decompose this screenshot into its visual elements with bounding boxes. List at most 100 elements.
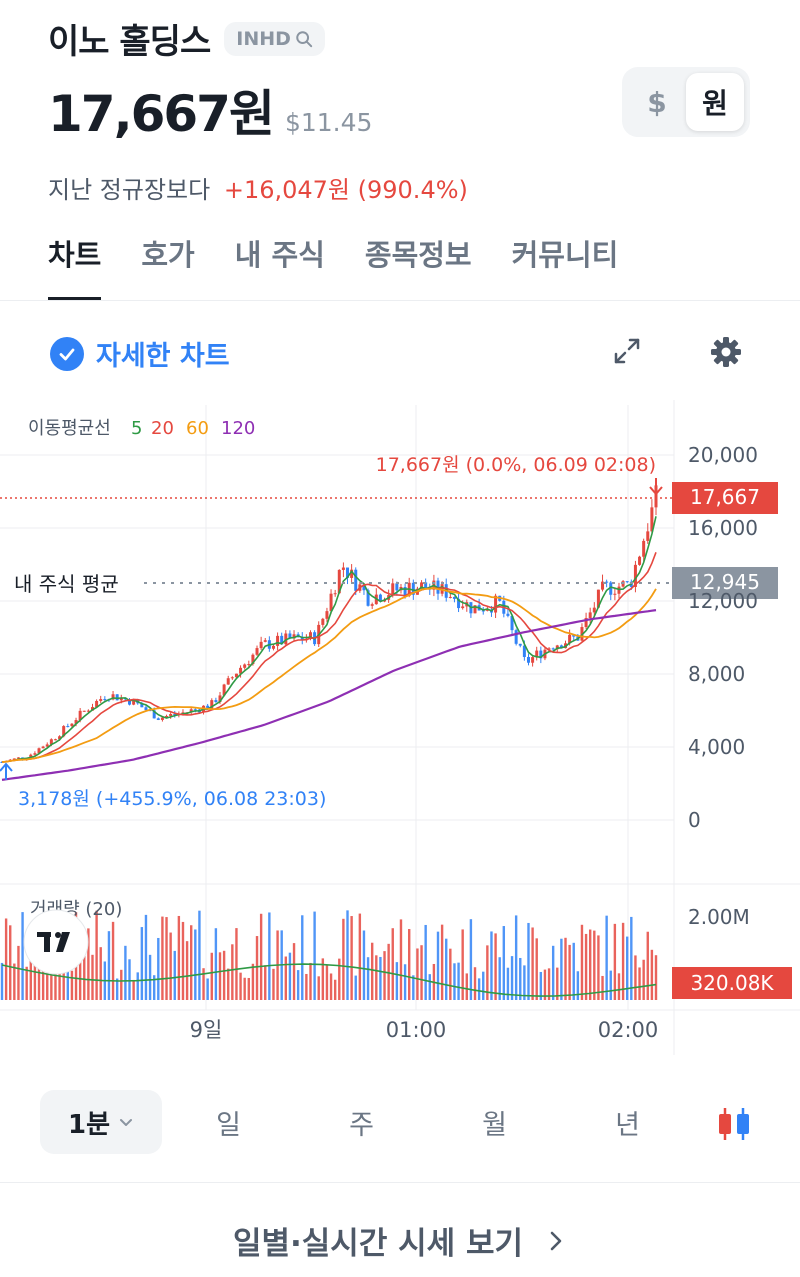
candle-body <box>66 726 70 728</box>
candle-body <box>214 700 218 702</box>
period-year[interactable]: 년 <box>561 1103 694 1142</box>
currency-krw-button[interactable]: 원 <box>686 73 744 131</box>
candle-body <box>531 657 535 663</box>
arrow-down-icon <box>649 478 663 496</box>
volume-bar <box>482 971 485 1000</box>
volume-bar <box>210 952 213 1000</box>
volume-bar <box>317 976 320 1000</box>
volume-bar <box>597 935 600 1000</box>
period-day[interactable]: 일 <box>162 1103 295 1142</box>
volume-bar <box>584 933 588 1000</box>
volume-bar <box>301 915 304 1000</box>
tab-stock-info[interactable]: 종목정보 <box>365 232 472 294</box>
tab-my-stock[interactable]: 내 주식 <box>235 232 325 294</box>
volume-bar <box>173 950 176 1000</box>
candlestick-icon[interactable] <box>714 1104 754 1144</box>
volume-bar <box>222 950 226 1000</box>
detail-chart-toggle[interactable]: 자세한 차트 <box>50 334 230 373</box>
volume-bar <box>239 972 242 1000</box>
volume-bar <box>144 914 148 1000</box>
volume-bar <box>399 919 403 1000</box>
volume-bar <box>9 925 12 1000</box>
volume-bar <box>29 960 32 1000</box>
volume-bar <box>169 932 172 1000</box>
volume-bar <box>514 915 518 1000</box>
candle-body <box>33 753 37 755</box>
volume-bar <box>70 970 74 1000</box>
candle-body <box>226 678 230 685</box>
interval-selector[interactable]: 1분 <box>40 1090 162 1154</box>
tab-orderbook[interactable]: 호가 <box>141 232 194 294</box>
volume-bar <box>13 963 16 1000</box>
period-bar: 1분 일 주 월 년 <box>40 1090 760 1154</box>
ma60-line <box>1 587 657 763</box>
candle-body <box>115 694 119 701</box>
stock-name: 이노 홀딩스 <box>48 22 211 62</box>
candle-body <box>169 713 173 716</box>
volume-bar <box>412 975 415 1000</box>
x-tick-9: 9일 <box>190 1018 223 1042</box>
tab-chart[interactable]: 차트 <box>48 232 102 300</box>
volume-bar <box>453 963 456 1000</box>
current-price-tag-text: 17,667 <box>690 485 760 509</box>
tradingview-logo[interactable] <box>23 909 89 975</box>
volume-bar <box>346 910 349 1000</box>
moving-average-lines <box>1 516 657 781</box>
candle-body <box>82 710 86 712</box>
volume-bar <box>288 952 292 1000</box>
price-chart[interactable]: 이동평균선 5 20 60 120 17,667원 (0.0%, 06.09 0… <box>0 400 800 1055</box>
volume-bar <box>21 912 24 1000</box>
candle-body <box>613 593 617 595</box>
daily-realtime-label: 일별·실시간 시세 보기 <box>232 1226 524 1262</box>
y-tick-12000: 12,000 <box>688 589 758 613</box>
volume-bar <box>272 968 275 1000</box>
expand-icon[interactable] <box>612 336 642 366</box>
volume-bar <box>111 921 115 1000</box>
currency-usd-button[interactable]: $ <box>628 73 686 131</box>
volume-bar <box>469 919 473 1000</box>
currency-toggle[interactable]: $ 원 <box>622 67 750 137</box>
candle-body <box>592 607 596 613</box>
candle-body <box>341 567 345 570</box>
ticker-badge[interactable]: INHD <box>224 21 325 56</box>
volume-bar <box>527 922 530 1000</box>
candle-body <box>551 648 555 650</box>
volume-bar <box>593 930 596 1000</box>
footer-divider <box>0 1182 800 1183</box>
candle-body <box>625 581 629 583</box>
candle-body <box>243 664 247 668</box>
volume-bar <box>247 977 250 1000</box>
volume-bar <box>136 972 139 1000</box>
daily-realtime-link[interactable]: 일별·실시간 시세 보기 <box>0 1218 800 1263</box>
volume-bar <box>370 942 374 1000</box>
y-tick-4000: 4,000 <box>688 735 745 759</box>
volume-bar <box>194 929 197 1000</box>
candle-body <box>70 723 74 727</box>
volume-bar <box>588 929 592 1000</box>
volume-bar <box>379 956 382 1000</box>
candle-body <box>160 717 164 720</box>
candle-body <box>263 640 267 642</box>
volume-bar <box>157 937 160 1000</box>
candle-body <box>518 643 522 646</box>
volume-bar <box>313 911 316 1000</box>
volume-bar <box>375 955 378 1000</box>
volume-bar <box>646 931 649 1000</box>
volume-bar <box>354 975 357 1000</box>
tab-community[interactable]: 커뮤니티 <box>512 232 619 294</box>
volume-bar <box>416 948 419 1000</box>
ma120-line <box>1 609 657 781</box>
period-month[interactable]: 월 <box>428 1103 561 1142</box>
volume-bar <box>551 945 555 1000</box>
gear-icon[interactable] <box>708 334 744 370</box>
volume-bar <box>420 945 423 1000</box>
volume-bar <box>161 916 164 1000</box>
volume-bar <box>140 927 144 1000</box>
period-week[interactable]: 주 <box>295 1103 428 1142</box>
volume-bar <box>124 945 127 1000</box>
volume-bar <box>609 970 612 1000</box>
volume-bar <box>0 962 4 1000</box>
volume-bar <box>198 910 201 1000</box>
price-change: 지난 정규장보다 +16,047원 (990.4%) <box>48 170 468 205</box>
candle-body <box>41 746 45 749</box>
